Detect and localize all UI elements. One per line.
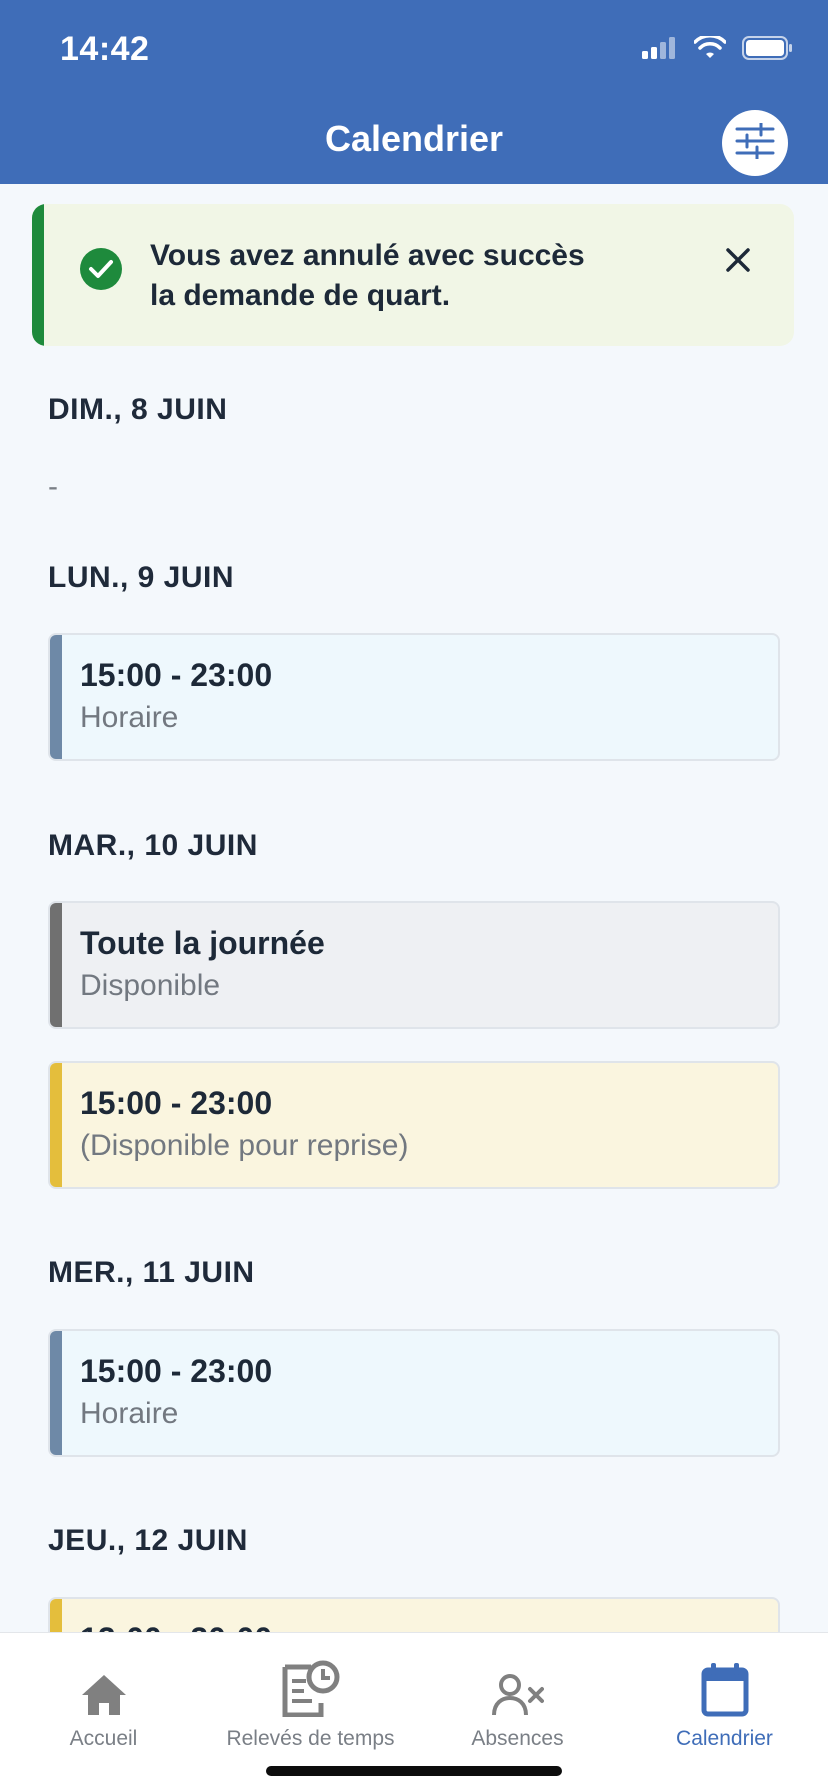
tab-label: Accueil [69, 1727, 138, 1750]
availability-card[interactable]: Toute la journée Disponible [48, 901, 780, 1029]
shift-status: Disponible [80, 969, 221, 1002]
alert-accent-bar [32, 204, 44, 346]
signal-icon [642, 37, 678, 64]
calendar-icon [621, 1643, 828, 1717]
day-heading: MAR., 10 JUIN [48, 829, 258, 862]
timesheet-icon [207, 1643, 414, 1717]
tab-label: Calendrier [676, 1727, 773, 1750]
wifi-icon [693, 34, 727, 65]
shift-card-edge [50, 903, 62, 1027]
shift-card-edge [50, 1331, 62, 1455]
battery-icon [742, 36, 794, 65]
app-screen: 14:42 Calendrier Vous avez annulé avec s… [0, 0, 828, 1792]
check-circle-icon [80, 248, 122, 290]
alert-message: Vous avez annulé avec succès la demande … [150, 236, 670, 316]
status-time: 14:42 [60, 30, 150, 68]
home-icon [0, 1643, 207, 1717]
filter-button[interactable] [722, 110, 788, 176]
alert-line-1: Vous avez annulé avec succès [150, 239, 585, 272]
top-bar: 14:42 Calendrier [0, 0, 828, 184]
alert-line-2: la demande de quart. [150, 279, 451, 312]
shift-card-edge [50, 1063, 62, 1187]
shift-time: 15:00 - 23:00 [80, 1353, 273, 1389]
shift-time: 15:00 - 23:00 [80, 1085, 273, 1121]
status-icons [642, 34, 794, 65]
tab-accueil[interactable]: Accueil [0, 1643, 207, 1751]
shift-time: Toute la journée [80, 925, 325, 961]
shift-status: Horaire [80, 701, 179, 734]
shift-time: 15:00 - 23:00 [80, 657, 273, 693]
day-heading: DIM., 8 JUIN [48, 393, 228, 426]
close-icon[interactable] [718, 240, 758, 280]
shift-card[interactable]: 15:00 - 23:00 Horaire [48, 633, 780, 761]
tab-calendrier[interactable]: Calendrier [621, 1643, 828, 1751]
sliders-icon [735, 121, 775, 164]
day-heading: LUN., 9 JUIN [48, 561, 235, 594]
tab-label: Relevés de temps [226, 1727, 395, 1750]
shift-card-edge [50, 635, 62, 759]
home-indicator [266, 1766, 562, 1776]
day-heading: JEU., 12 JUIN [48, 1524, 248, 1557]
tab-label: Absences [471, 1727, 564, 1750]
absence-icon [414, 1643, 621, 1717]
success-alert: Vous avez annulé avec succès la demande … [32, 204, 794, 346]
shift-status: (Disponible pour reprise) [80, 1129, 409, 1162]
shift-card[interactable]: 15:00 - 23:00 Horaire [48, 1329, 780, 1457]
page-title: Calendrier [324, 118, 504, 159]
no-shift-placeholder: - [48, 470, 58, 503]
day-heading: MER., 11 JUIN [48, 1256, 255, 1289]
pickup-shift-card[interactable]: 15:00 - 23:00 (Disponible pour reprise) [48, 1061, 780, 1189]
tab-absences[interactable]: Absences [414, 1643, 621, 1751]
tab-releves-de-temps[interactable]: Relevés de temps [207, 1643, 414, 1751]
shift-status: Horaire [80, 1397, 179, 1430]
